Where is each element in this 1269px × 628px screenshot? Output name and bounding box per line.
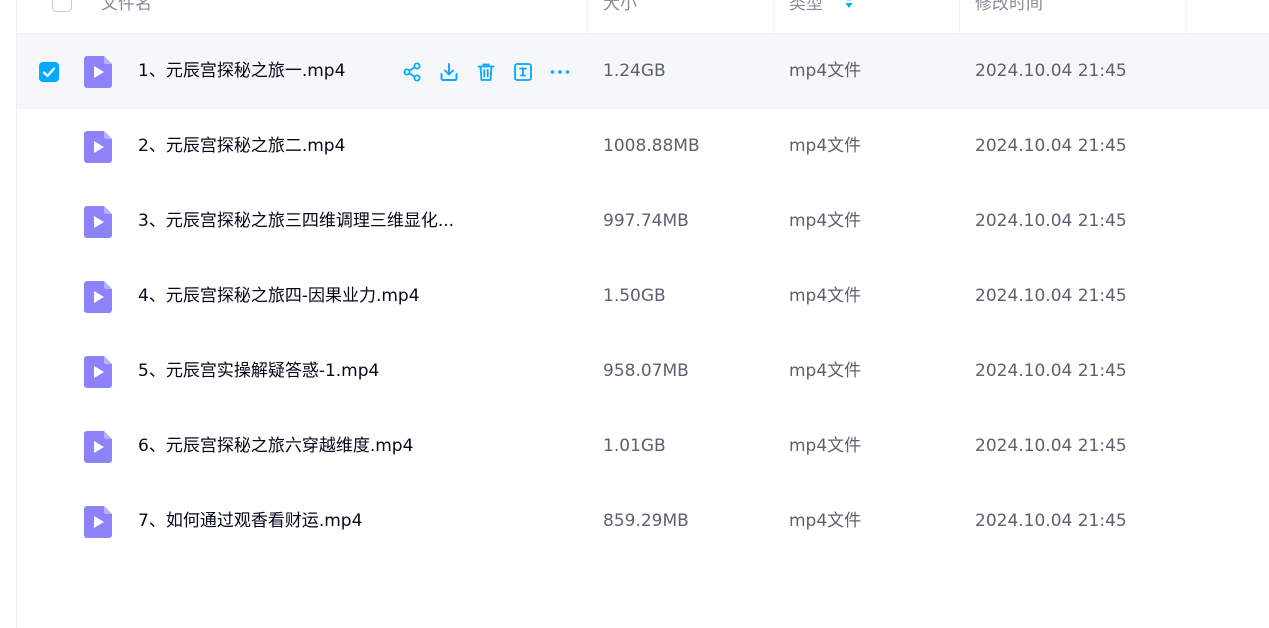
- row-actions: [400, 60, 585, 84]
- header-name-label: 文件名: [101, 0, 152, 14]
- file-type: mp4文件: [789, 211, 862, 231]
- file-size: 958.07MB: [603, 361, 689, 381]
- file-modified-time: 2024.10.04 21:45: [975, 436, 1127, 456]
- header-modified-column[interactable]: 修改时间: [960, 0, 1187, 33]
- table-row[interactable]: 4、元辰宫探秘之旅四-因果业力.mp4 1.50GB mp4文件 2024.10…: [17, 259, 1269, 334]
- video-file-icon: [84, 431, 112, 463]
- file-type: mp4文件: [789, 436, 862, 456]
- header-modified-label: 修改时间: [975, 0, 1043, 14]
- table-row[interactable]: 1、元辰宫探秘之旅一.mp4 1.24GB mp4文件 2024.10.04 2…: [17, 34, 1269, 109]
- table-row[interactable]: 7、如何通过观香看财运.mp4 859.29MB mp4文件 2024.10.0…: [17, 484, 1269, 559]
- file-size: 1.01GB: [603, 436, 666, 456]
- file-name[interactable]: 2、元辰宫探秘之旅二.mp4: [138, 109, 345, 184]
- share-icon[interactable]: [400, 60, 424, 84]
- file-size: 1008.88MB: [603, 136, 700, 156]
- file-type: mp4文件: [789, 61, 862, 81]
- select-all-checkbox[interactable]: [52, 0, 72, 12]
- file-name[interactable]: 6、元辰宫探秘之旅六穿越维度.mp4: [138, 409, 413, 484]
- rename-icon[interactable]: [511, 60, 535, 84]
- file-name[interactable]: 4、元辰宫探秘之旅四-因果业力.mp4: [138, 259, 420, 334]
- file-type: mp4文件: [789, 136, 862, 156]
- video-file-icon: [84, 56, 112, 88]
- file-name[interactable]: 1、元辰宫探秘之旅一.mp4: [138, 34, 345, 109]
- file-type: mp4文件: [789, 361, 862, 381]
- row-checkbox-checked[interactable]: [39, 62, 59, 82]
- file-name[interactable]: 7、如何通过观香看财运.mp4: [138, 484, 362, 559]
- more-icon[interactable]: [548, 60, 572, 84]
- table-row[interactable]: 6、元辰宫探秘之旅六穿越维度.mp4 1.01GB mp4文件 2024.10.…: [17, 409, 1269, 484]
- header-size-column[interactable]: 大小: [588, 0, 774, 33]
- download-icon[interactable]: [437, 60, 461, 84]
- sort-indicator-icon[interactable]: [844, 0, 854, 22]
- table-row[interactable]: 3、元辰宫探秘之旅三四维调理三维显化... 997.74MB mp4文件 202…: [17, 184, 1269, 259]
- file-size: 997.74MB: [603, 211, 689, 231]
- file-modified-time: 2024.10.04 21:45: [975, 61, 1127, 81]
- file-modified-time: 2024.10.04 21:45: [975, 136, 1127, 156]
- file-size: 1.24GB: [603, 61, 666, 81]
- file-modified-time: 2024.10.04 21:45: [975, 286, 1127, 306]
- file-rows: 1、元辰宫探秘之旅一.mp4 1.24GB mp4文件 2024.10.04 2…: [17, 34, 1269, 559]
- file-modified-time: 2024.10.04 21:45: [975, 211, 1127, 231]
- header-name-column[interactable]: 文件名: [17, 0, 588, 33]
- video-file-icon: [84, 131, 112, 163]
- file-size: 859.29MB: [603, 511, 689, 531]
- video-file-icon: [84, 206, 112, 238]
- file-modified-time: 2024.10.04 21:45: [975, 361, 1127, 381]
- delete-icon[interactable]: [474, 60, 498, 84]
- header-size-label: 大小: [603, 0, 637, 14]
- file-type: mp4文件: [789, 511, 862, 531]
- file-type: mp4文件: [789, 286, 862, 306]
- table-row[interactable]: 2、元辰宫探秘之旅二.mp4 1008.88MB mp4文件 2024.10.0…: [17, 109, 1269, 184]
- header-type-label: 类型: [789, 0, 823, 14]
- file-size: 1.50GB: [603, 286, 666, 306]
- video-file-icon: [84, 281, 112, 313]
- file-name[interactable]: 5、元辰宫实操解疑答惑-1.mp4: [138, 334, 379, 409]
- file-list-panel: 文件名 大小 类型 修改时间 1、元辰宫探秘之旅一.mp4 1.24GB mp4…: [16, 0, 1269, 628]
- video-file-icon: [84, 506, 112, 538]
- header-type-column[interactable]: 类型: [774, 0, 960, 33]
- video-file-icon: [84, 356, 112, 388]
- check-icon: [42, 67, 56, 78]
- file-modified-time: 2024.10.04 21:45: [975, 511, 1127, 531]
- file-name[interactable]: 3、元辰宫探秘之旅三四维调理三维显化...: [138, 184, 454, 259]
- table-row[interactable]: 5、元辰宫实操解疑答惑-1.mp4 958.07MB mp4文件 2024.10…: [17, 334, 1269, 409]
- file-list-header: 文件名 大小 类型 修改时间: [17, 0, 1269, 34]
